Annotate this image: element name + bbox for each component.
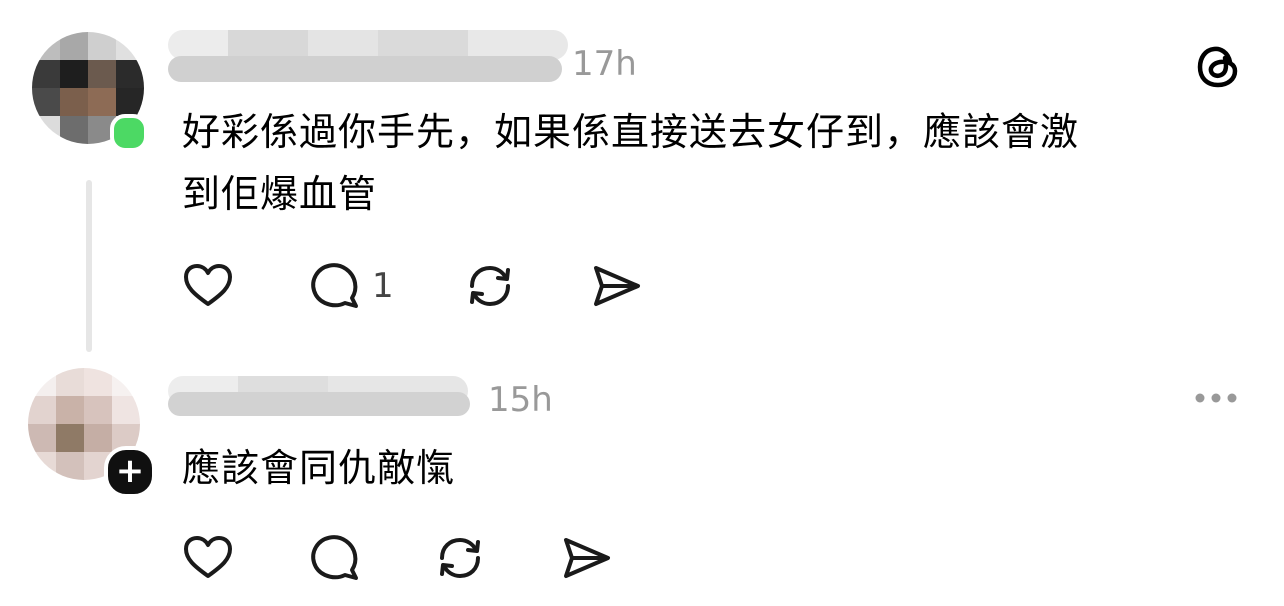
repost-icon — [440, 537, 480, 579]
share-icon — [594, 266, 640, 306]
more-options-icon[interactable] — [1194, 384, 1238, 412]
comment-text: 應該會同仇敵愾 — [182, 446, 456, 490]
like-button[interactable] — [180, 530, 236, 586]
comment-icon — [311, 535, 358, 580]
online-status-dot — [110, 114, 148, 152]
comment-text-line-1: 好彩係過你手先，如果係直接送去女仔到，應該會激 — [182, 110, 1080, 154]
username-redacted-line — [168, 56, 562, 82]
repost-icon — [470, 265, 510, 307]
timestamp: 17h — [572, 44, 637, 84]
thread-connector-line — [86, 180, 92, 352]
heart-icon — [184, 536, 232, 578]
heart-icon — [184, 264, 232, 306]
comment-button[interactable] — [306, 530, 362, 586]
share-button[interactable] — [588, 258, 644, 314]
reply-count: 1 — [372, 266, 394, 306]
threads-logo-icon[interactable] — [1194, 42, 1244, 92]
share-button[interactable] — [558, 530, 614, 586]
repost-button[interactable] — [462, 258, 518, 314]
like-button[interactable] — [180, 258, 236, 314]
comment-button[interactable] — [306, 258, 362, 314]
repost-button[interactable] — [432, 530, 488, 586]
username-redacted-line — [168, 392, 470, 416]
comment-text-line-2: 到佢爆血管 — [182, 172, 378, 216]
timestamp: 15h — [488, 380, 553, 420]
follow-plus-icon[interactable]: + — [104, 446, 156, 498]
comment-icon — [311, 263, 358, 308]
share-icon — [564, 538, 610, 578]
